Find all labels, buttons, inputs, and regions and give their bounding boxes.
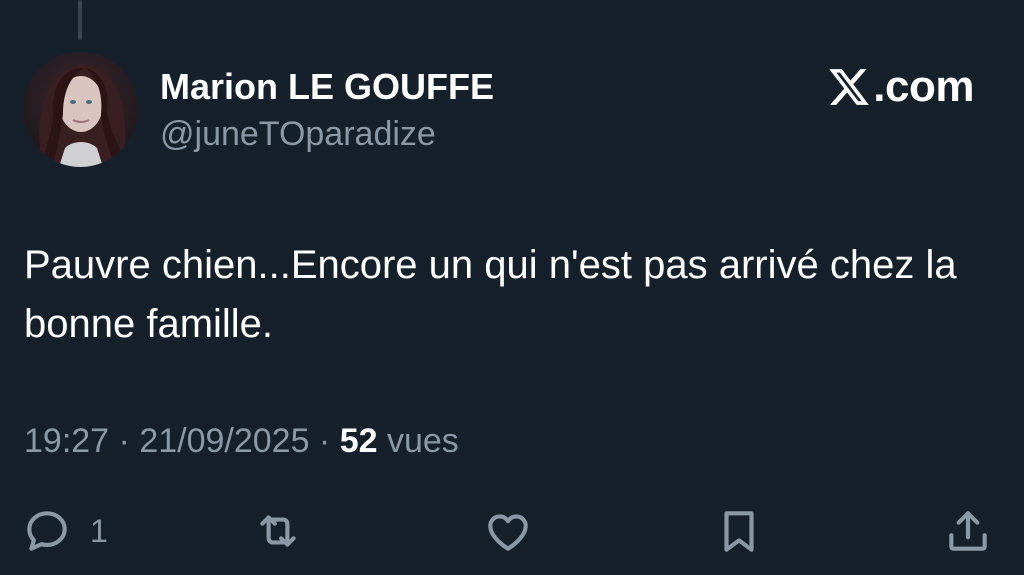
share-icon (949, 511, 987, 551)
author-handle[interactable]: @juneTOparadize (160, 114, 436, 154)
author-display-name[interactable]: Marion LE GOUFFE (160, 66, 494, 108)
tweet-date[interactable]: 21/09/2025 (139, 422, 309, 460)
brand-domain: .com (873, 62, 974, 111)
share-button[interactable] (943, 503, 993, 559)
brand-logo: .com (827, 62, 974, 112)
views-label: vues (377, 422, 459, 460)
avatar[interactable] (23, 52, 138, 167)
meta-separator: · (309, 422, 340, 460)
tweet-meta: 19:27 · 21/09/2025 · 52 vues (24, 420, 459, 462)
x-logo-icon (829, 69, 870, 105)
reply-count: 1 (90, 512, 108, 549)
like-icon (488, 514, 528, 551)
retweet-icon (260, 515, 296, 547)
avatar-image (23, 52, 138, 167)
meta-separator: · (109, 422, 140, 460)
bookmark-button[interactable] (714, 503, 764, 559)
views-count: 52 (339, 422, 378, 460)
retweet-button[interactable] (253, 503, 303, 559)
reply-button[interactable]: 1 (22, 503, 108, 559)
like-button[interactable] (483, 503, 533, 559)
tweet-actions-bar: 1 (0, 503, 1024, 559)
thread-connector-line (78, 0, 82, 40)
tweet-time[interactable]: 19:27 (24, 422, 109, 460)
bookmark-icon (724, 511, 754, 552)
tweet-text: Pauvre chien...Encore un qui n'est pas a… (24, 243, 957, 346)
reply-icon (27, 511, 67, 551)
